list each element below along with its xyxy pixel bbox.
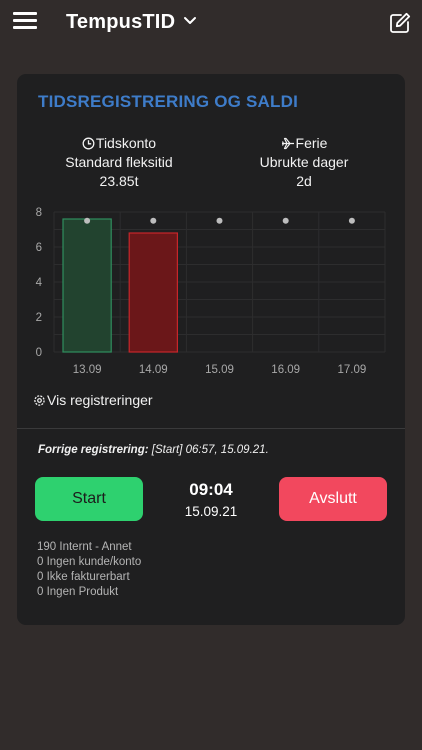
top-bar: TempusTID [0,0,422,50]
previous-registration: Forrige registrering: [Start] 06:57, 15.… [38,444,269,456]
target-marker [150,217,157,224]
x-tick-label: 14.09 [139,364,168,376]
plane-icon [281,137,294,150]
y-tick-label: 8 [36,207,42,219]
target-marker [282,217,289,224]
show-registrations-link[interactable]: Vis registreringer [33,392,153,408]
edit-square-icon[interactable] [388,11,412,35]
previous-registration-value: [Start] 06:57, 15.09.21. [151,444,269,456]
time-account-value: 23.85t [99,173,139,189]
stop-button[interactable]: Avslutt [279,477,387,521]
current-time: 09:04 [189,480,233,499]
y-tick-label: 4 [36,277,43,289]
target-marker [84,217,91,224]
y-tick-label: 2 [36,312,42,324]
vacation-sublabel: Ubrukte dager [259,154,349,170]
current-date: 15.09.21 [184,504,238,519]
show-registrations-label: Vis registreringer [47,392,153,408]
vacation-value: 2d [296,173,312,189]
chevron-down-icon[interactable] [182,14,198,28]
time-account-stat: Tidskonto Standard fleksitid 23.85t [34,134,204,191]
registration-info-list: 190 Internt - Annet 0 Ingen kunde/konto … [37,540,141,600]
x-tick-label: 15.09 [205,364,234,376]
x-tick-label: 16.09 [271,364,300,376]
previous-registration-label: Forrige registrering: [38,444,149,456]
x-tick-label: 13.09 [73,364,102,376]
card-title: TIDSREGISTRERING OG SALDI [38,92,299,111]
app-title[interactable]: TempusTID [66,11,175,34]
y-tick-label: 0 [36,347,42,359]
divider [17,428,405,429]
info-line: 0 Ingen Produkt [37,586,119,598]
start-button[interactable]: Start [35,477,143,521]
info-line: 0 Ikke fakturerbart [37,571,130,583]
daily-hours-chart: 0 2 4 6 8 13.09 14.09 15.09 16.09 17.09 [36,207,386,376]
gear-icon [34,395,45,406]
info-line: 190 Internt - Annet [37,541,132,553]
hamburger-menu-icon[interactable] [13,12,37,30]
x-tick-label: 17.09 [338,364,367,376]
bar [62,218,112,353]
time-account-label: Tidskonto [95,135,157,151]
clock-icon [82,137,95,150]
info-line: 0 Ingen kunde/konto [37,556,142,568]
time-account-sublabel: Standard fleksitid [65,154,173,170]
time-registration-card: TIDSREGISTRERING OG SALDI Tidskonto Stan… [17,74,405,625]
target-marker [216,217,223,224]
vacation-label: Ferie [295,135,328,151]
vacation-stat: Ferie Ubrukte dager 2d [219,134,389,191]
y-tick-label: 6 [36,242,42,254]
bar [128,232,178,353]
target-marker [348,217,355,224]
